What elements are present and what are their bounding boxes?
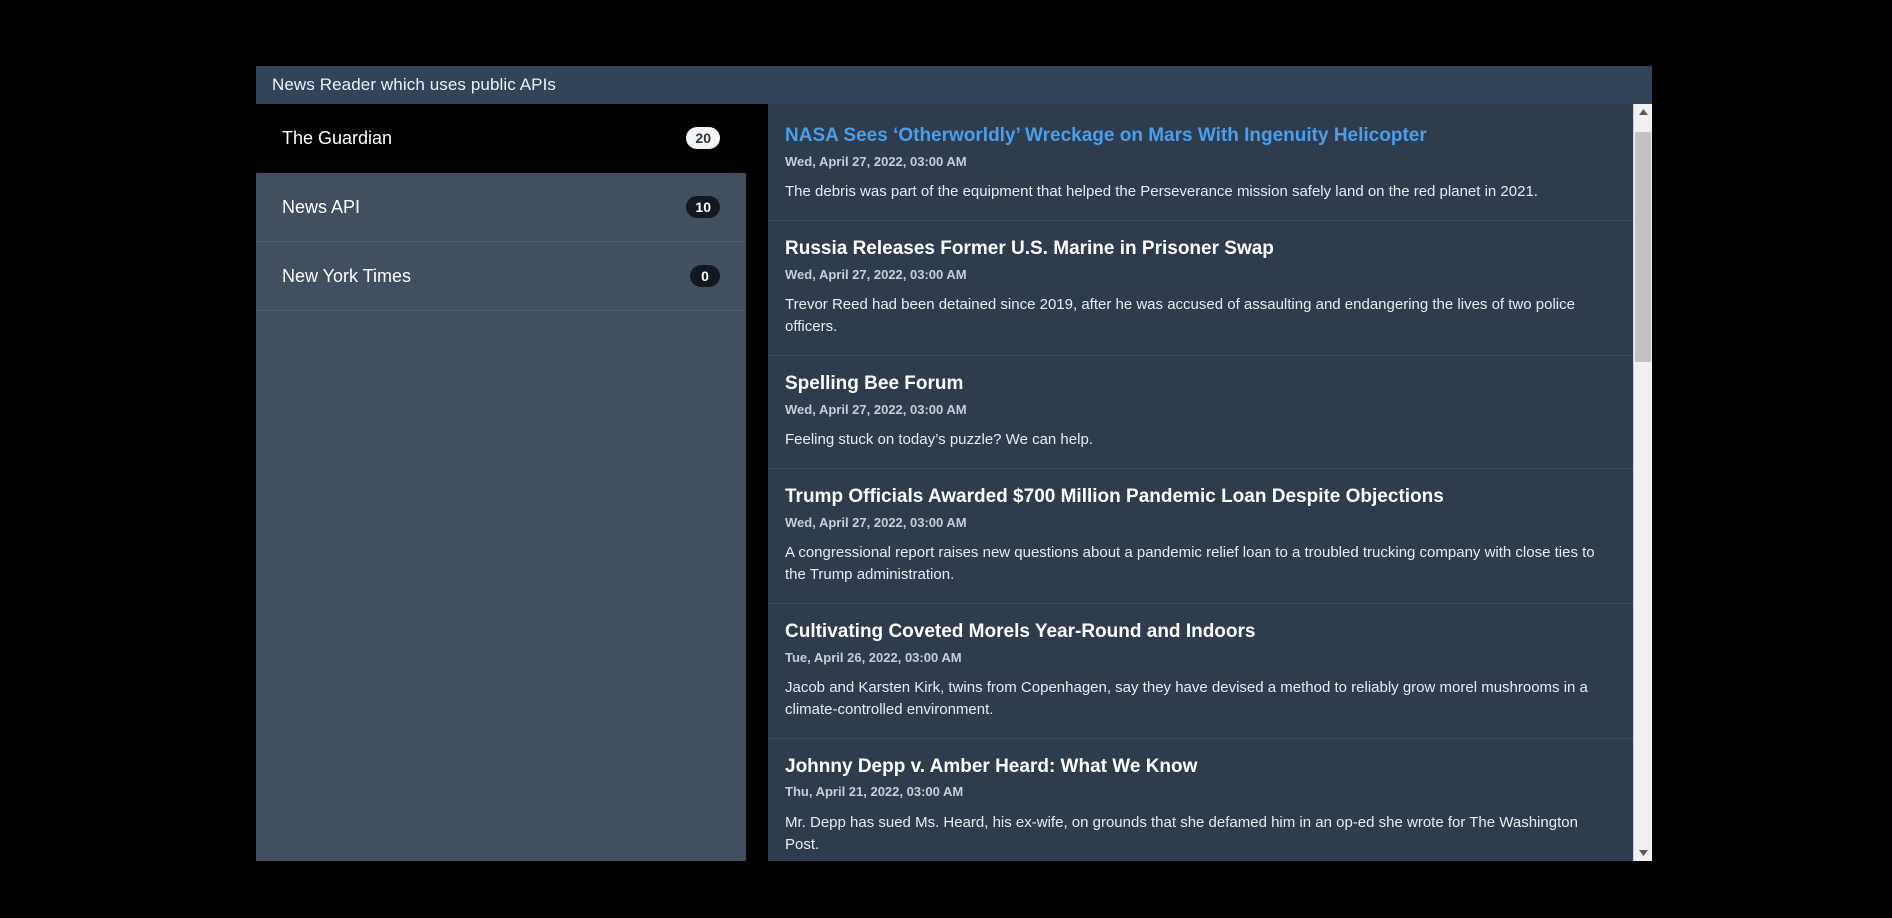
- sidebar-item-new-york-times[interactable]: New York Times 0: [256, 242, 746, 311]
- article-date: Wed, April 27, 2022, 03:00 AM: [785, 514, 967, 530]
- article-summary: The debris was part of the equipment tha…: [785, 183, 1538, 201]
- articles-list: NASA Sees ‘Otherworldly’ Wreckage on Mar…: [768, 104, 1633, 861]
- article-headline-link[interactable]: Russia Releases Former U.S. Marine in Pr…: [785, 237, 1274, 261]
- window-title: News Reader which uses public APIs: [272, 75, 557, 94]
- sources-sidebar: The Guardian 20 News API 10 New York Tim…: [256, 104, 746, 861]
- sidebar-item-count-badge: 20: [686, 127, 720, 149]
- article-date: Tue, April 26, 2022, 03:00 AM: [785, 649, 962, 665]
- article-headline-link[interactable]: Trump Officials Awarded $700 Million Pan…: [785, 485, 1444, 509]
- sidebar-item-count-badge: 10: [686, 196, 720, 218]
- article-summary: Trevor Reed had been detained since 2019…: [785, 296, 1575, 336]
- article-item[interactable]: Cultivating Coveted Morels Year-Round an…: [768, 604, 1633, 739]
- article-headline-link[interactable]: NASA Sees ‘Otherworldly’ Wreckage on Mar…: [785, 124, 1427, 148]
- articles-pane: NASA Sees ‘Otherworldly’ Wreckage on Mar…: [768, 104, 1652, 861]
- article-item[interactable]: Russia Releases Former U.S. Marine in Pr…: [768, 221, 1633, 356]
- scrollbar-track[interactable]: [1634, 120, 1652, 845]
- article-headline-link[interactable]: Cultivating Coveted Morels Year-Round an…: [785, 620, 1255, 644]
- article-date: Wed, April 27, 2022, 03:00 AM: [785, 266, 967, 282]
- sidebar-item-label: News API: [282, 196, 361, 217]
- sidebar-item-count-badge: 0: [690, 265, 720, 287]
- article-date: Wed, April 27, 2022, 03:00 AM: [785, 153, 967, 169]
- article-item[interactable]: Trump Officials Awarded $700 Million Pan…: [768, 469, 1633, 604]
- scrollbar-up-arrow-button[interactable]: [1634, 104, 1652, 120]
- app-window: News Reader which uses public APIs The G…: [256, 66, 1652, 861]
- article-item[interactable]: NASA Sees ‘Otherworldly’ Wreckage on Mar…: [768, 108, 1633, 222]
- article-headline-link[interactable]: Spelling Bee Forum: [785, 372, 963, 396]
- articles-scrollbar[interactable]: [1633, 104, 1652, 861]
- sidebar-item-label: The Guardian: [282, 127, 393, 148]
- sidebar-item-the-guardian[interactable]: The Guardian 20: [256, 104, 746, 173]
- article-item[interactable]: Spelling Bee Forum Wed, April 27, 2022, …: [768, 356, 1633, 470]
- article-item[interactable]: Johnny Depp v. Amber Heard: What We Know…: [768, 739, 1633, 861]
- sidebar-empty-area: [256, 311, 746, 861]
- pane-divider: [746, 104, 768, 861]
- scrollbar-down-arrow-button[interactable]: [1634, 845, 1652, 861]
- sidebar-item-news-api[interactable]: News API 10: [256, 173, 746, 242]
- article-summary: Mr. Depp has sued Ms. Heard, his ex-wife…: [785, 814, 1578, 853]
- article-summary: Jacob and Karsten Kirk, twins from Copen…: [785, 679, 1588, 718]
- window-title-bar: News Reader which uses public APIs: [256, 66, 1652, 104]
- article-summary: Feeling stuck on today’s puzzle? We can …: [785, 431, 1093, 449]
- article-summary: A congressional report raises new questi…: [785, 544, 1595, 584]
- triangle-down-icon: [1638, 850, 1648, 856]
- triangle-up-icon: [1638, 109, 1648, 115]
- article-headline-link[interactable]: Johnny Depp v. Amber Heard: What We Know: [785, 755, 1197, 779]
- scrollbar-thumb[interactable]: [1635, 132, 1651, 362]
- window-body: The Guardian 20 News API 10 New York Tim…: [256, 104, 1652, 861]
- article-date: Thu, April 21, 2022, 03:00 AM: [785, 784, 964, 800]
- article-date: Wed, April 27, 2022, 03:00 AM: [785, 401, 967, 417]
- sidebar-item-label: New York Times: [282, 265, 412, 286]
